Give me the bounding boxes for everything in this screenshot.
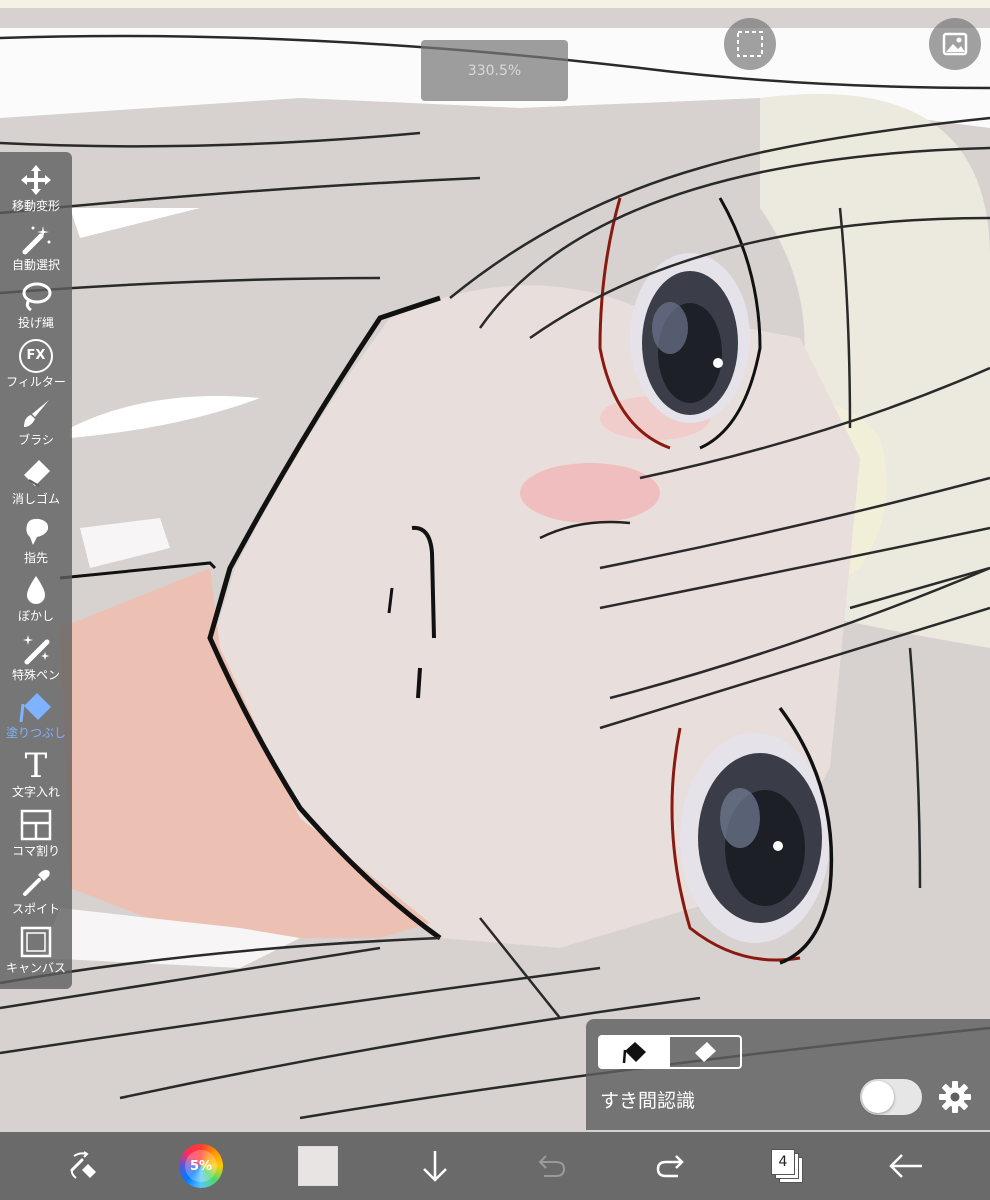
tool-eraser[interactable]: 消しゴム [0,453,72,512]
tool-label: ブラシ [18,433,54,448]
tool-label: フィルター [6,374,66,389]
fx-icon: FX [16,338,56,374]
fill-options-panel: すき間認識 [586,1019,990,1130]
tool-brush[interactable]: ブラシ [0,394,72,453]
tool-special-pen[interactable]: 特殊ペン [0,629,72,688]
tool-smudge[interactable]: 指先 [0,512,72,571]
toggle-knob [862,1081,894,1113]
undo-button[interactable] [532,1142,572,1190]
brush-icon [16,396,56,432]
eraser-icon [695,1042,716,1062]
gap-detection-toggle[interactable] [860,1079,922,1115]
fill-bucket-icon [16,689,56,725]
tool-label: 消しゴム [11,492,60,506]
blush-1 [520,463,660,523]
color-picker-button[interactable]: 5% [177,1142,225,1190]
tool-frame-divider[interactable]: コマ割り [0,805,72,864]
status-strip [0,0,990,8]
tool-label: 指先 [23,550,48,565]
tool-panel: 移動変形 自動選択 投げ縄 FX フィルター ブラシ 消しゴム 指先 ぼかし 特… [0,152,72,989]
tool-label: 自動選択 [11,257,60,272]
current-color-swatch [298,1146,338,1186]
frame-divider-icon [16,807,56,843]
tool-lasso[interactable]: 投げ縄 [0,277,72,336]
text-icon: T [24,746,48,786]
current-color-button[interactable] [297,1142,339,1190]
redo-button[interactable] [650,1142,690,1190]
layer-count: 4 [778,1154,788,1170]
gear-icon[interactable] [938,1080,972,1114]
tool-label: 文字入れ [11,785,60,799]
tool-label: 移動変形 [11,199,60,213]
fill-mode-segmented-control [598,1035,742,1069]
smudge-finger-icon [16,514,56,550]
tool-label: ぼかし [17,609,54,624]
erase-mode-button[interactable] [670,1037,740,1067]
canvas-icon [16,924,56,960]
redo-icon [656,1155,684,1178]
magic-wand-icon [16,221,56,257]
tool-move-transform[interactable]: 移動変形 [0,160,72,219]
reference-button[interactable] [929,18,981,70]
tool-label: 投げ縄 [17,316,54,331]
eyedropper-icon [16,865,56,901]
tool-blur[interactable]: ぼかし [0,570,72,629]
arrow-down-icon [423,1151,447,1182]
eraser-icon [16,455,56,491]
fill-mode-button[interactable] [600,1037,670,1067]
arrow-left-icon [889,1154,922,1178]
mouth-line [416,667,422,699]
tool-label: スポイト [11,902,60,917]
tool-auto-select[interactable]: 自動選択 [0,219,72,278]
tool-label: キャンバス [5,960,66,975]
tool-label: 特殊ペン [11,667,60,682]
tool-filter[interactable]: FX フィルター [0,336,72,395]
lasso-icon [16,279,56,315]
layers-icon: 4 [771,1149,805,1183]
brush-opacity-text: 5% [185,1150,217,1182]
dashed-square-icon [737,31,763,57]
move-arrows-icon [16,162,56,198]
fill-icon [622,1042,646,1064]
tool-canvas[interactable]: キャンバス [0,922,72,981]
selection-button[interactable] [724,18,776,70]
download-button[interactable] [415,1142,455,1190]
zoom-level: 330.5% [467,62,522,79]
pen-eraser-swap-button[interactable] [62,1142,106,1190]
undo-icon [538,1155,566,1177]
color-wheel-icon: 5% [179,1144,223,1188]
image-icon [942,32,968,56]
gap-detection-label: すき間認識 [600,1090,696,1112]
zoom-indicator: 330.5% [421,40,568,101]
drawing-canvas[interactable] [0,8,990,1132]
artwork [0,8,990,1132]
back-button[interactable] [884,1142,928,1190]
tool-label: コマ割り [11,843,60,858]
blur-drop-icon [16,572,56,608]
tool-label: 塗りつぶし [5,726,67,741]
tool-fill[interactable]: 塗りつぶし [0,687,72,746]
pen-eraser-swap-icon [70,1151,96,1179]
tool-text[interactable]: T 文字入れ [0,746,72,805]
tool-eyedropper[interactable]: スポイト [0,863,72,922]
bottom-toolbar: 5% 4 [0,1132,990,1200]
layers-button[interactable]: 4 [768,1142,808,1190]
special-pen-icon [16,631,56,667]
